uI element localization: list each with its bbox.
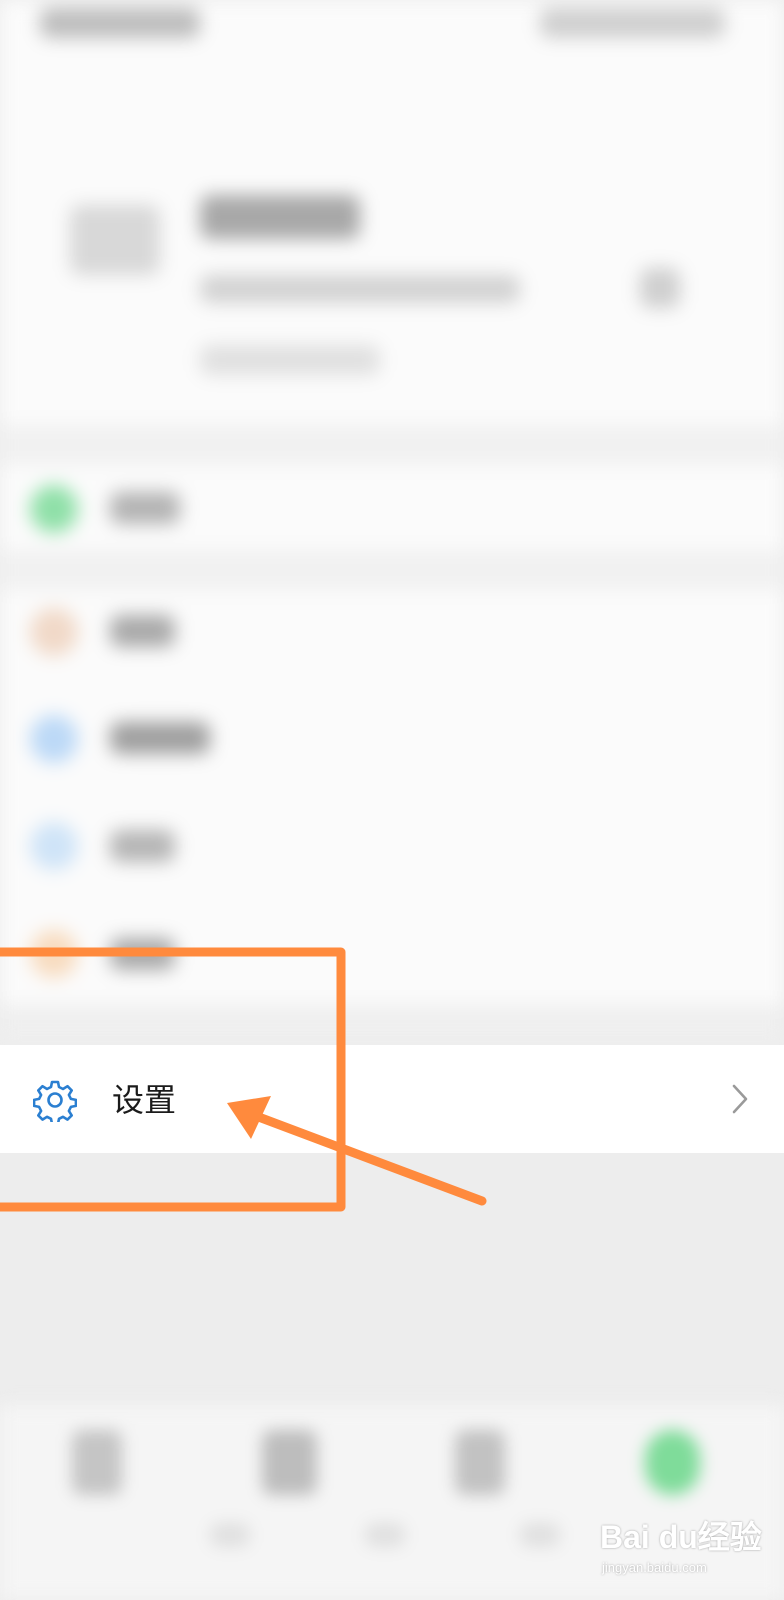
nav-tab-icon: [455, 1430, 505, 1495]
menu-icon-multicolor: [30, 608, 78, 656]
watermark-brand: Bai du经验: [600, 1519, 762, 1555]
gear-icon: [33, 1080, 77, 1122]
menu-icon-blue: [30, 715, 78, 763]
status-bar-left: [40, 8, 200, 38]
menu-label: [110, 722, 210, 754]
separator: [0, 425, 784, 465]
nav-tab-icon-active: [645, 1430, 700, 1495]
chevron-right-icon: [732, 1084, 748, 1114]
avatar: [70, 205, 160, 275]
menu-label: [110, 492, 180, 524]
menu-label: [110, 938, 175, 970]
nav-tab-icon: [262, 1430, 317, 1495]
menu-icon-orange: [30, 930, 78, 978]
menu-label: [110, 615, 175, 647]
menu-icon-green: [30, 485, 78, 533]
profile-status: [200, 345, 380, 375]
baidu-watermark: Bai du经验 jingyan.baidu.com: [600, 1512, 780, 1592]
nav-tab-label: [520, 1523, 560, 1547]
nav-tab-icon: [72, 1430, 122, 1495]
menu-icon-lightblue: [30, 822, 78, 870]
nav-tab-label: [210, 1523, 250, 1547]
profile-name: [200, 195, 360, 239]
profile-id: [200, 275, 520, 303]
blurred-profile-and-menu: [0, 0, 784, 1045]
nav-tab-label: [365, 1523, 405, 1547]
empty-area: [0, 1153, 784, 1403]
separator: [0, 1005, 784, 1045]
watermark-url: jingyan.baidu.com: [602, 1560, 707, 1575]
settings-label: 设置: [112, 1081, 177, 1119]
qr-code-icon: [640, 268, 680, 308]
separator: [0, 550, 784, 590]
status-bar-right: [540, 8, 725, 38]
menu-label: [110, 830, 175, 862]
